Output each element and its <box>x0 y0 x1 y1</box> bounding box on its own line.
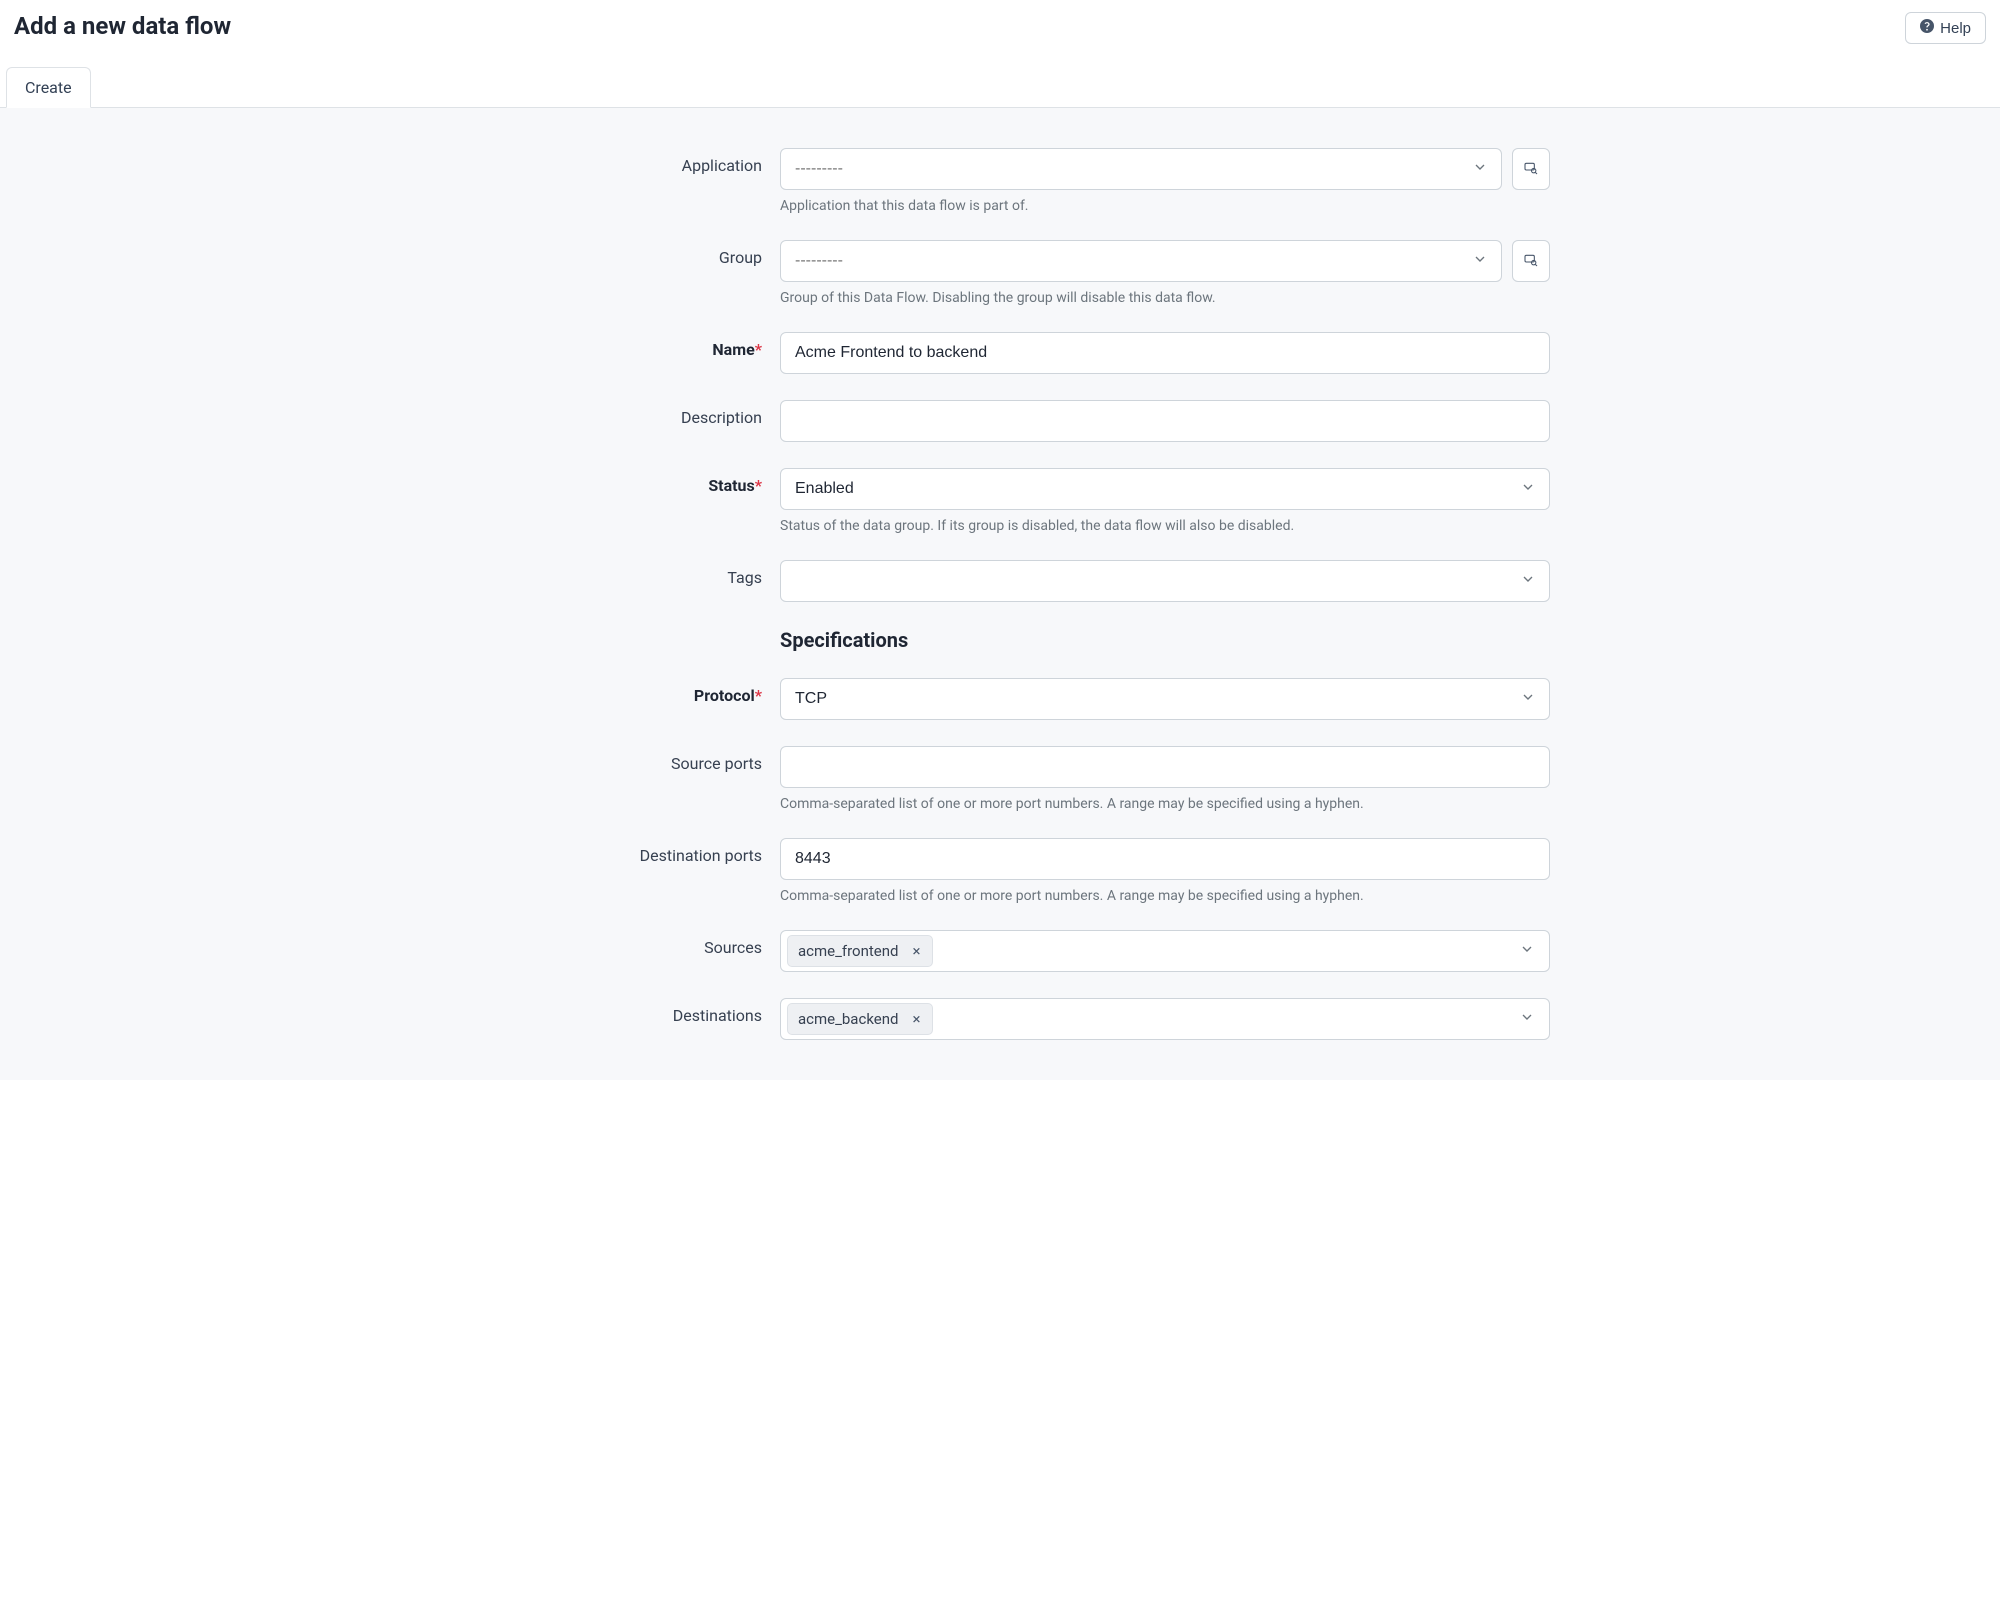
protocol-select[interactable] <box>780 678 1550 720</box>
page-title: Add a new data flow <box>14 12 231 40</box>
destination-ports-label: Destination ports <box>450 838 780 865</box>
description-input[interactable] <box>780 400 1550 442</box>
protocol-label: Protocol* <box>450 678 780 705</box>
chip-label: acme_backend <box>798 1010 898 1028</box>
chevron-down-icon <box>1519 1009 1535 1029</box>
name-input[interactable] <box>780 332 1550 374</box>
application-lookup-button[interactable] <box>1512 148 1550 190</box>
sources-label: Sources <box>450 930 780 957</box>
source-ports-label: Source ports <box>450 746 780 773</box>
help-icon <box>1920 19 1934 37</box>
status-help: Status of the data group. If its group i… <box>780 518 1550 534</box>
source-chip: acme_frontend × <box>787 935 933 967</box>
source-ports-help: Comma-separated list of one or more port… <box>780 796 1550 812</box>
group-label: Group <box>450 240 780 267</box>
group-help: Group of this Data Flow. Disabling the g… <box>780 290 1550 306</box>
application-help: Application that this data flow is part … <box>780 198 1550 214</box>
destination-ports-help: Comma-separated list of one or more port… <box>780 888 1550 904</box>
destinations-label: Destinations <box>450 998 780 1025</box>
description-label: Description <box>450 400 780 427</box>
remove-chip-icon[interactable]: × <box>906 941 926 961</box>
lookup-icon <box>1523 160 1539 179</box>
application-label: Application <box>450 148 780 175</box>
destination-ports-input[interactable] <box>780 838 1550 880</box>
remove-chip-icon[interactable]: × <box>906 1009 926 1029</box>
chip-label: acme_frontend <box>798 942 898 960</box>
source-ports-input[interactable] <box>780 746 1550 788</box>
status-select[interactable] <box>780 468 1550 510</box>
lookup-icon <box>1523 252 1539 271</box>
sources-select[interactable]: acme_frontend × <box>780 930 1550 972</box>
group-select[interactable] <box>780 240 1502 282</box>
group-lookup-button[interactable] <box>1512 240 1550 282</box>
application-select[interactable] <box>780 148 1502 190</box>
destinations-select[interactable]: acme_backend × <box>780 998 1550 1040</box>
tags-label: Tags <box>450 560 780 587</box>
name-label: Name* <box>450 332 780 359</box>
tab-create[interactable]: Create <box>6 67 91 108</box>
help-button-label: Help <box>1940 20 1971 37</box>
destination-chip: acme_backend × <box>787 1003 933 1035</box>
status-label: Status* <box>450 468 780 495</box>
help-button[interactable]: Help <box>1905 12 1986 44</box>
tags-select[interactable] <box>780 560 1550 602</box>
specifications-heading: Specifications <box>780 628 1550 652</box>
chevron-down-icon <box>1519 941 1535 961</box>
